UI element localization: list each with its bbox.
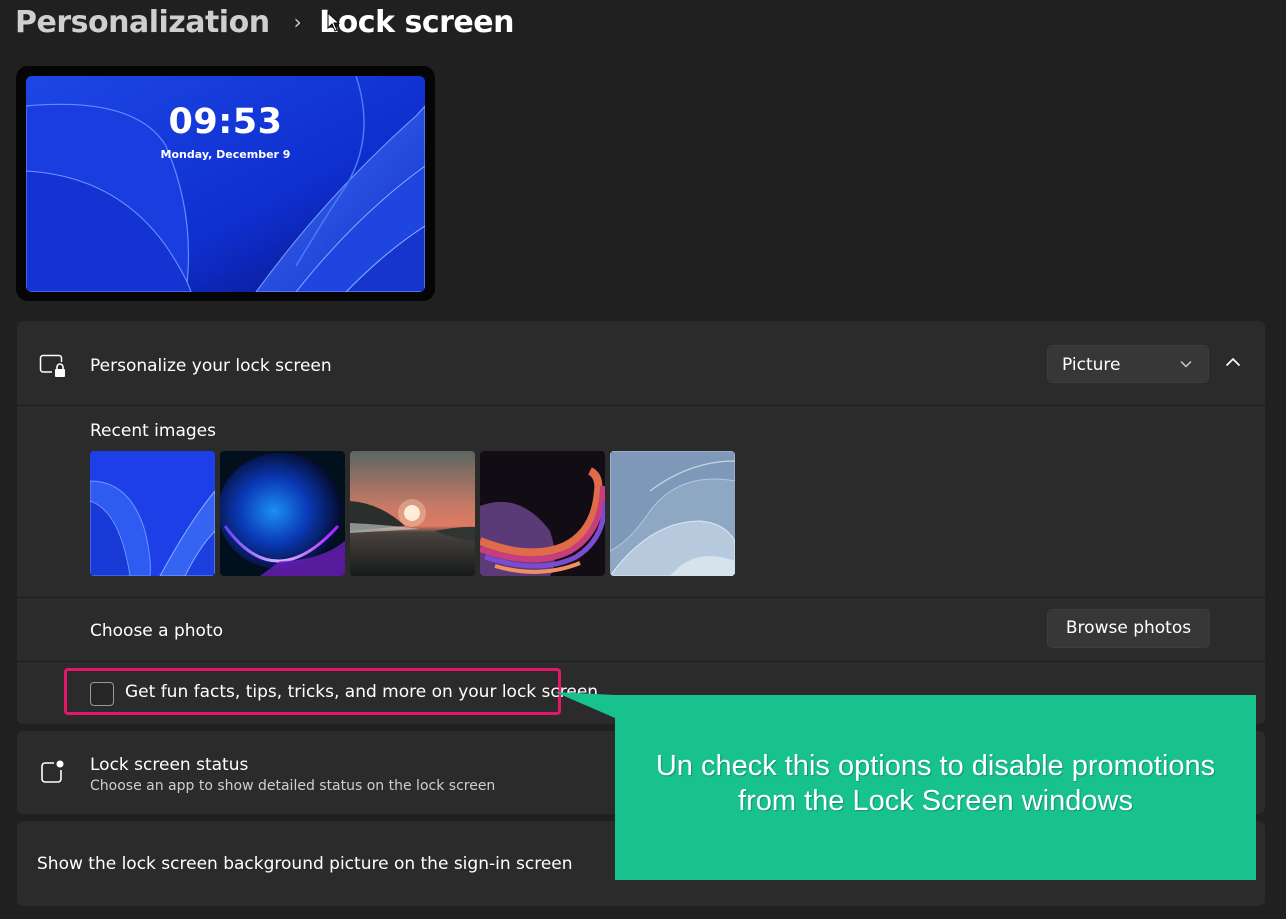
breadcrumb: Personalization › Lock screen [15,0,514,44]
lock-screen-status-title: Lock screen status [90,755,249,775]
lock-screen-preview: 09:53 Monday, December 9 [16,66,435,301]
annotation-text: Un check this options to disable promoti… [615,749,1256,819]
chevron-down-icon [1180,361,1192,368]
lock-screen-type-dropdown[interactable]: Picture [1047,345,1209,383]
annotation-callout: Un check this options to disable promoti… [615,695,1256,880]
fun-facts-checkbox[interactable] [90,682,114,706]
recent-image-glow-orb[interactable] [220,451,345,576]
annotation-line-2: from the Lock Screen windows [738,785,1133,817]
preview-wallpaper: 09:53 Monday, December 9 [26,76,425,292]
signin-background-label: Show the lock screen background picture … [37,854,573,874]
preview-clock: 09:53 [168,102,283,142]
divider [17,661,1265,662]
app-badge-icon [41,760,64,783]
recent-image-blue-bloom[interactable] [90,451,215,576]
mouse-cursor-icon [327,12,341,32]
recent-images-list [90,451,735,576]
recent-image-sunset-lake[interactable] [350,451,475,576]
lock-screen-status-subtitle: Choose an app to show detailed status on… [90,778,496,794]
browse-photos-button[interactable]: Browse photos [1047,609,1210,648]
personalize-lock-screen-label: Personalize your lock screen [90,356,332,376]
page-title: Lock screen [319,4,514,40]
breadcrumb-chevron-icon: › [293,10,302,34]
recent-image-light-bloom[interactable] [610,451,735,576]
fun-facts-label[interactable]: Get fun facts, tips, tricks, and more on… [125,682,598,702]
annotation-line-1: Un check this options to disable promoti… [655,750,1216,782]
recent-image-ribbon-wave[interactable] [480,451,605,576]
divider [17,597,1265,598]
breadcrumb-personalization[interactable]: Personalization [15,5,270,40]
choose-photo-label: Choose a photo [90,621,224,641]
dropdown-selected-value: Picture [1062,355,1121,375]
personalize-lock-screen-card: Personalize your lock screen Picture Rec… [17,321,1265,724]
preview-date: Monday, December 9 [160,148,291,161]
lock-screen-icon [39,354,65,377]
collapse-chevron-up-icon[interactable] [1225,357,1241,367]
divider [17,405,1265,406]
recent-images-label: Recent images [90,421,216,441]
